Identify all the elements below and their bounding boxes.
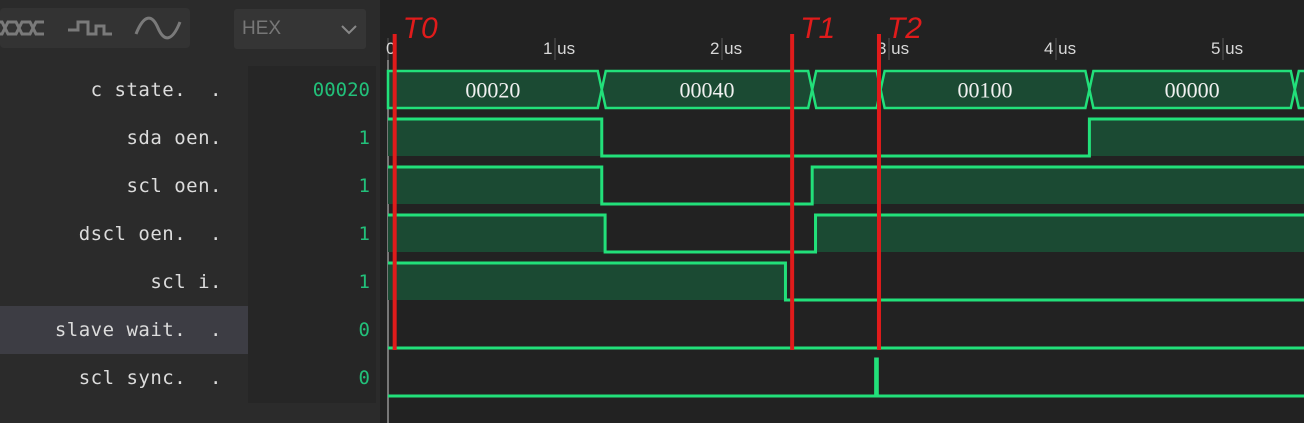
bus-segment [1293,69,1304,110]
waveform-canvas[interactable]: 01 us 2 us 3 us 4 us 5 us00020 00040 00100 0000… [380,0,1304,423]
bus-segment-label: 00020 [465,78,520,103]
bus-waveform-icon[interactable] [0,12,50,44]
time-tick-label: 5 us [1211,39,1243,58]
bus-segment-label: 00000 [1165,78,1220,103]
marker-label: T0 [403,12,438,45]
step-waveform-icon[interactable] [64,12,120,44]
signal-value-sda-oen: 1 [358,127,370,149]
wave-high-fill [1089,119,1304,156]
chevron-down-icon [340,21,358,43]
wave-high-fill [388,119,602,156]
signal-name-scl-oen[interactable]: scl oen. [0,162,248,210]
analog-waveform-icon[interactable] [130,12,186,44]
time-tick-label: 1 us [543,39,575,58]
time-tick-label: 2 us [710,39,742,58]
bus-segment-label: 00040 [679,78,734,103]
signal-name-slave-wait[interactable]: slave wait. . [0,306,248,354]
wave-high-fill [815,215,1304,252]
toolbar: HEX [0,0,380,56]
bus-segment-label: 00100 [958,78,1013,103]
signal-name-dscl-oen[interactable]: dscl oen. . [0,210,248,258]
wave-high-fill [388,167,602,204]
signal-name-sda-oen[interactable]: sda oen. [0,114,248,162]
radix-select-value: HEX [242,18,282,39]
signal-name-list: c state. . sda oen. scl oen. dscl oen. .… [0,66,248,402]
marker-label: T1 [800,12,835,45]
wave-high-fill [388,215,606,252]
signal-name-scl-i[interactable]: scl i. [0,258,248,306]
bus-segment [810,69,882,110]
wave-high-fill [388,263,786,300]
waveform-style-group [0,8,190,48]
signal-value-scl-i: 1 [358,271,370,293]
waveform-viewport[interactable]: 01 us 2 us 3 us 4 us 5 us 00020 00040 00100 0000… [380,0,1304,423]
signal-value-scl-oen: 1 [358,175,370,197]
signal-value-c-state: 00020 [312,79,370,101]
time-tick-label: 4 us [1044,39,1076,58]
signal-value-list: 00020 1 1 1 1 0 0 [248,66,376,403]
radix-select[interactable]: HEX [234,9,366,49]
marker-label: T2 [887,12,922,45]
signal-value-dscl-oen: 1 [358,223,370,245]
signal-name-scl-sync[interactable]: scl sync. . [0,354,248,402]
wave-high-fill [812,167,1304,204]
signal-value-scl-sync: 0 [358,367,370,389]
signal-name-c-state[interactable]: c state. . [0,66,248,114]
signal-value-slave-wait: 0 [358,319,370,341]
digital-wave [388,357,1304,398]
